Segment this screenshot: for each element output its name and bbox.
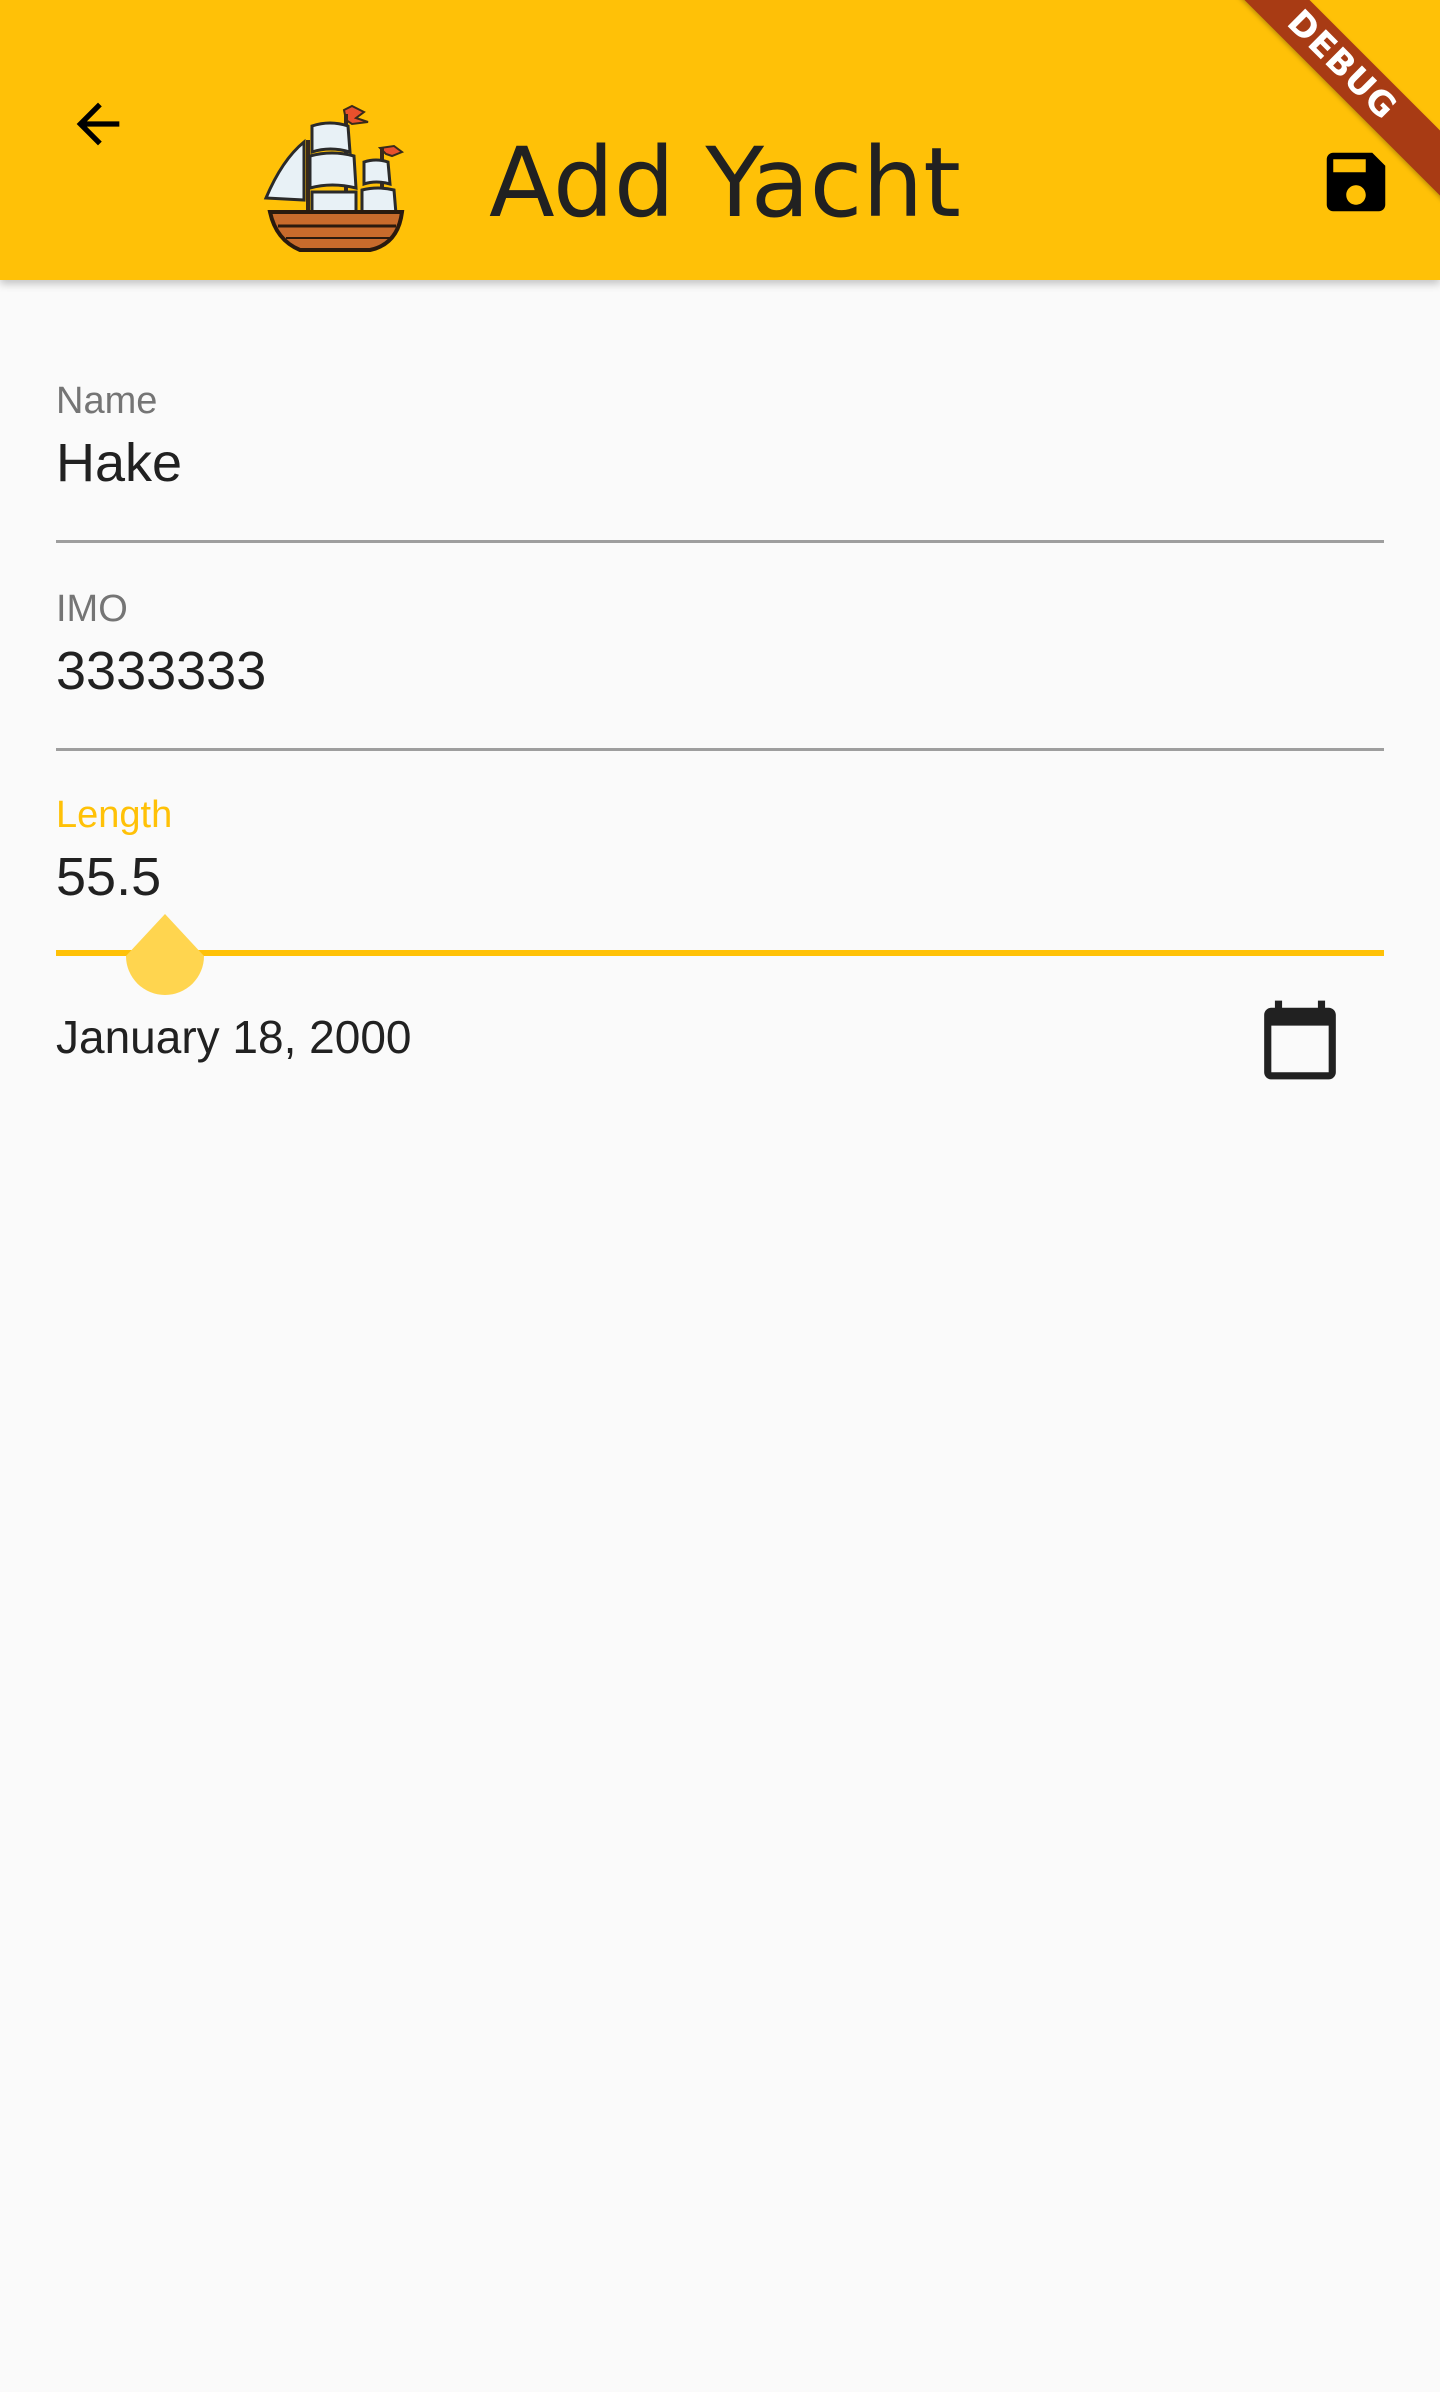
imo-field-value[interactable]: 3333333	[56, 640, 266, 702]
back-button[interactable]	[48, 74, 148, 174]
length-field[interactable]: Length 55.5	[56, 790, 1384, 960]
name-field-value[interactable]: Hake	[56, 432, 182, 494]
imo-field-underline	[56, 748, 1384, 751]
length-field-underline	[56, 950, 1384, 956]
length-field-value[interactable]: 55.5	[56, 846, 161, 908]
imo-field[interactable]: IMO 3333333	[56, 584, 1384, 754]
app-bar: Add Yacht DEBUG	[0, 0, 1440, 280]
calendar-icon	[1264, 1000, 1336, 1080]
date-picker-button[interactable]	[1250, 990, 1350, 1090]
imo-field-label: IMO	[56, 588, 128, 630]
text-cursor-handle[interactable]	[126, 914, 204, 1004]
page-title: Add Yacht	[489, 127, 961, 239]
name-field[interactable]: Name Hake	[56, 376, 1384, 546]
date-value: January 18, 2000	[56, 1011, 412, 1063]
sailing-ship-icon	[263, 104, 405, 252]
name-field-label: Name	[56, 380, 158, 422]
save-icon	[1326, 152, 1386, 212]
length-field-label: Length	[56, 794, 173, 836]
arrow-back-icon	[76, 102, 120, 146]
name-field-underline	[56, 540, 1384, 543]
